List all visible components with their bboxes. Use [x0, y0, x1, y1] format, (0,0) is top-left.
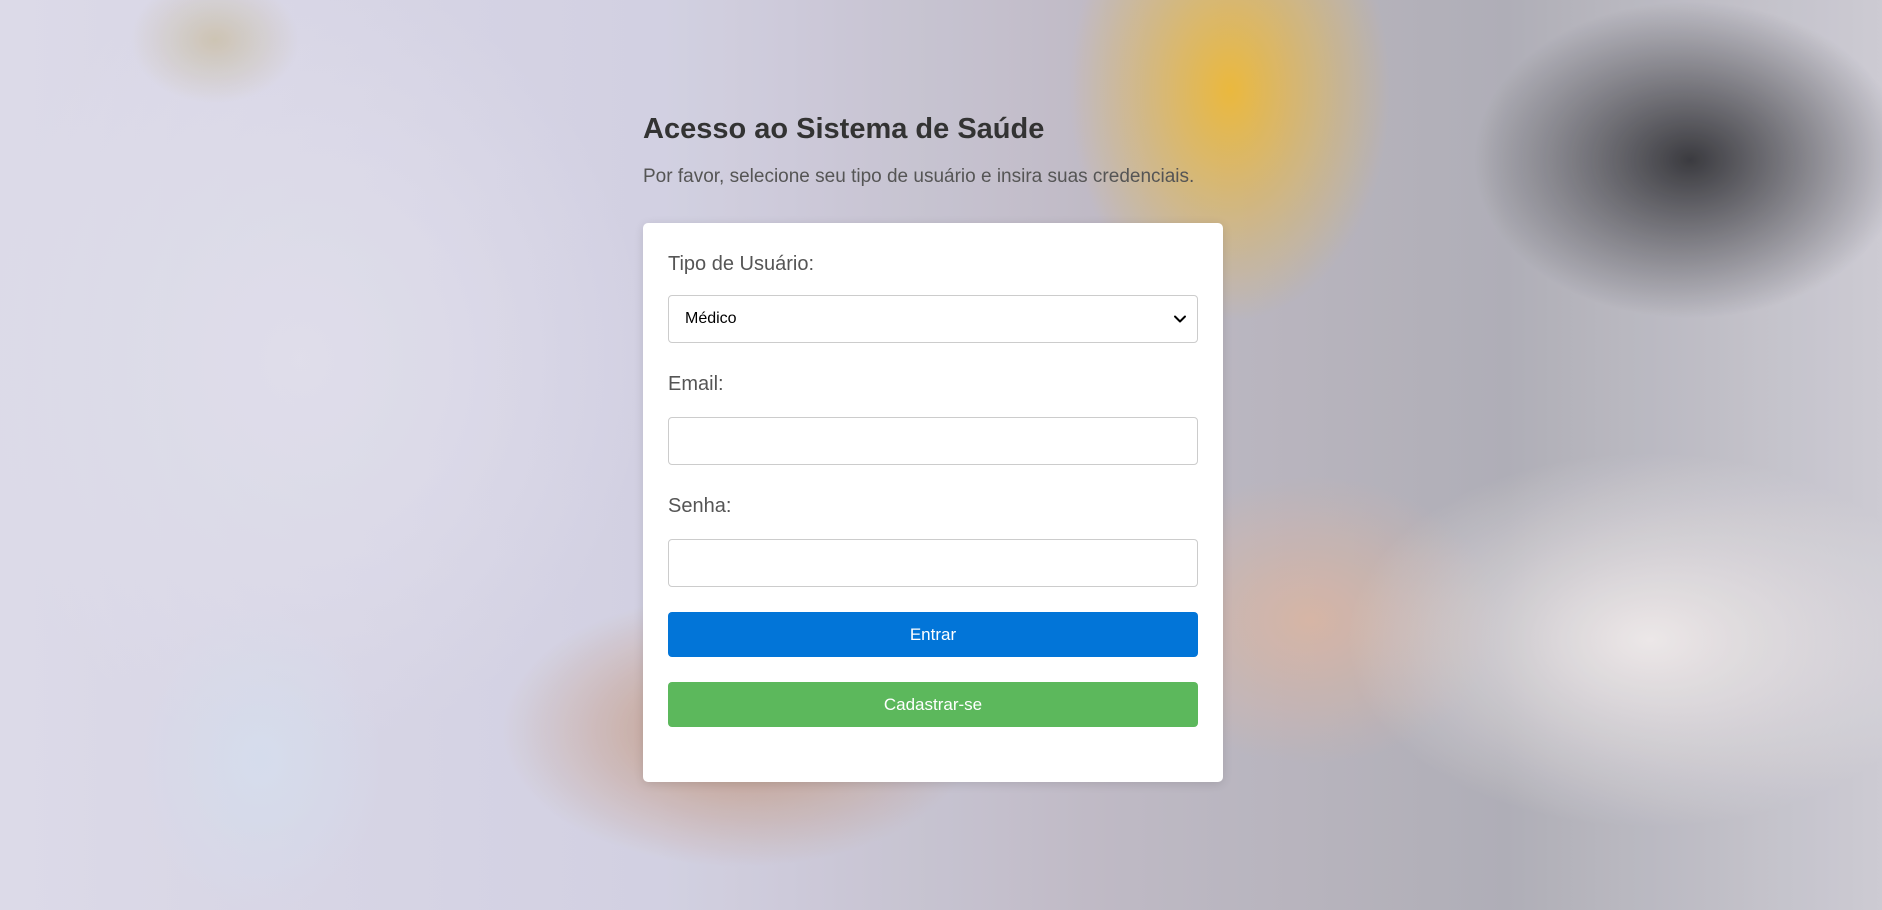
user-type-select-wrapper: Médico — [668, 295, 1198, 343]
user-type-label: Tipo de Usuário: — [668, 253, 814, 275]
password-label: Senha: — [668, 495, 732, 517]
email-label: Email: — [668, 373, 724, 395]
user-type-select[interactable]: Médico — [668, 295, 1198, 343]
register-button[interactable]: Cadastrar-se — [668, 682, 1198, 727]
chevron-down-icon — [1174, 315, 1186, 323]
page-subtitle: Por favor, selecione seu tipo de usuário… — [643, 166, 1195, 187]
login-container: Acesso ao Sistema de Saúde Por favor, se… — [643, 100, 1223, 782]
user-type-selected-value: Médico — [685, 310, 737, 327]
email-field[interactable] — [668, 417, 1198, 465]
password-field[interactable] — [668, 539, 1198, 587]
page-title: Acesso ao Sistema de Saúde — [643, 113, 1045, 145]
login-form: Tipo de Usuário: Médico Email: Senha: En… — [643, 223, 1223, 782]
login-button[interactable]: Entrar — [668, 612, 1198, 657]
